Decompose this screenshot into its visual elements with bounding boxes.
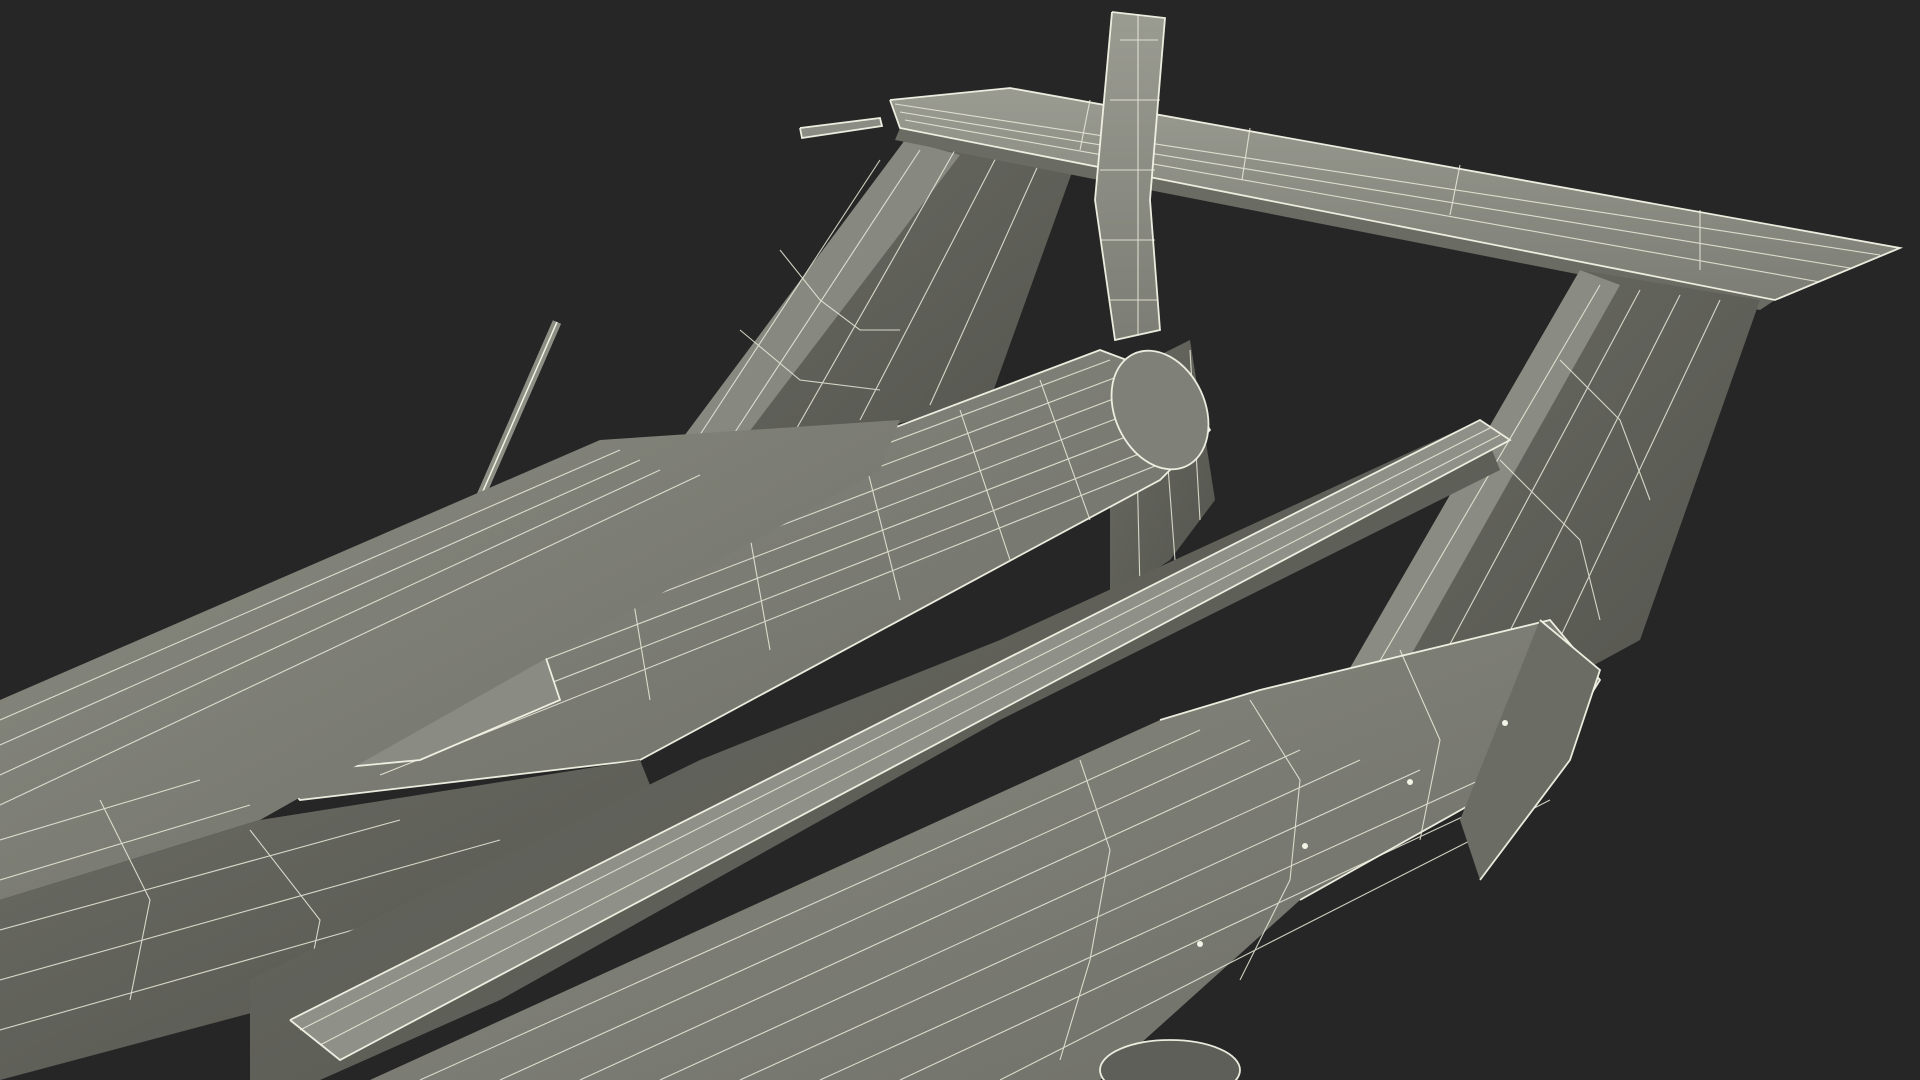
aircraft-wireframe-render <box>0 0 1920 1080</box>
